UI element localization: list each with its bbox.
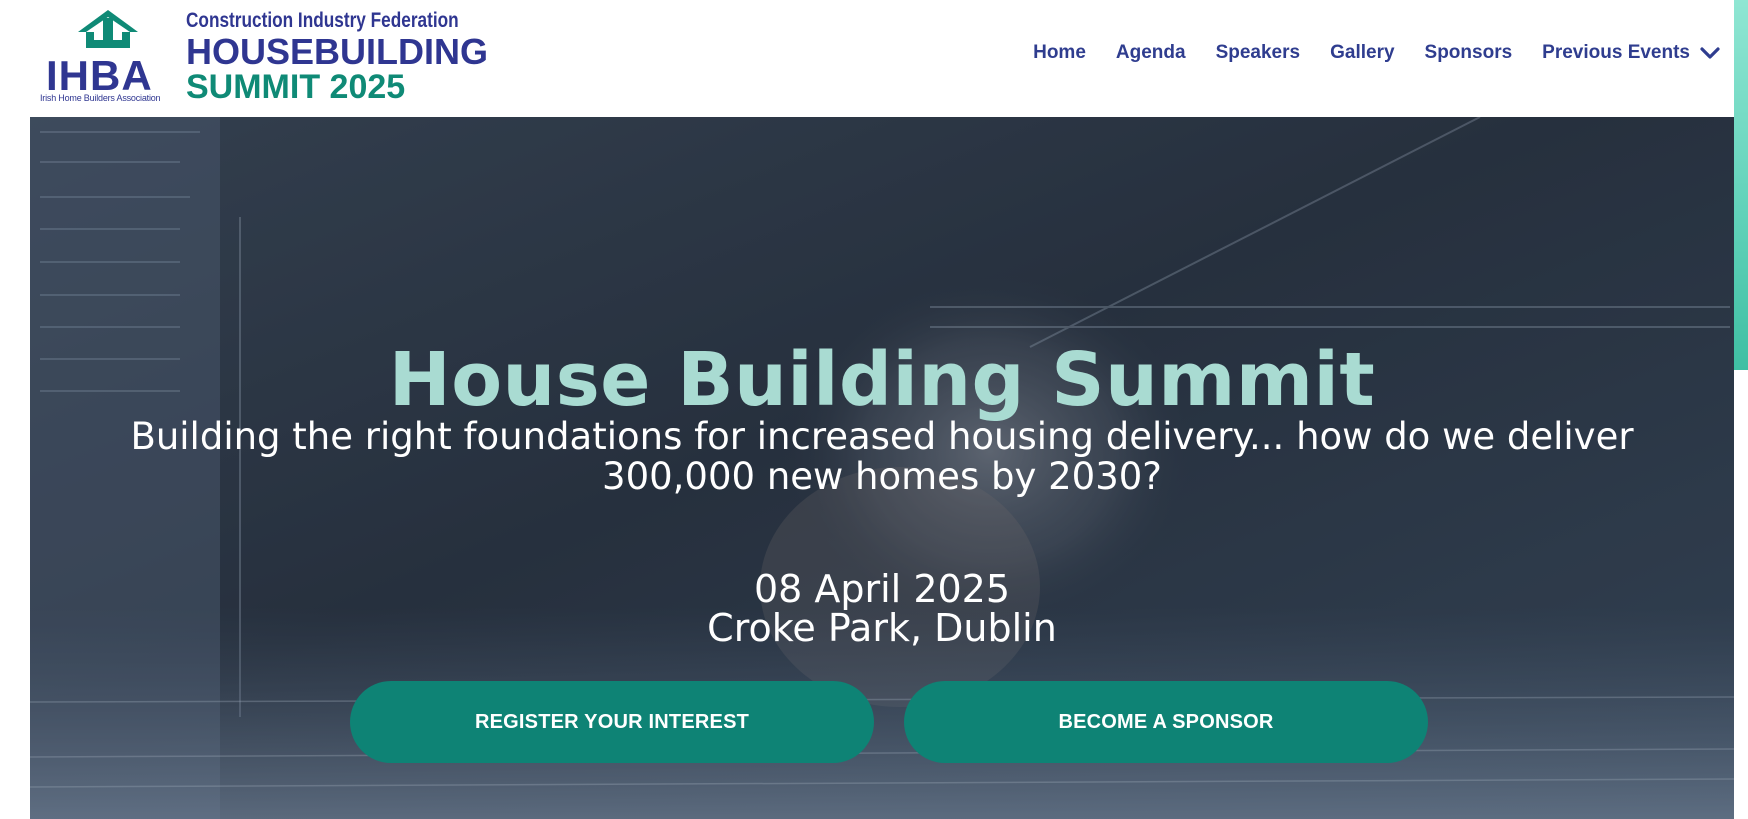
chevron-down-icon bbox=[1700, 47, 1720, 59]
nav-home[interactable]: Home bbox=[1033, 42, 1086, 64]
hero-subtitle: Building the right foundations for incre… bbox=[130, 415, 1634, 498]
register-interest-button[interactable]: REGISTER YOUR INTEREST bbox=[350, 681, 874, 763]
nav-gallery[interactable]: Gallery bbox=[1330, 42, 1394, 64]
event-date: 08 April 2025 bbox=[753, 567, 1011, 611]
hero-title: House Building Summit bbox=[388, 337, 1376, 423]
cif-label: Construction Industry Federation bbox=[186, 9, 459, 32]
nav-sponsors[interactable]: Sponsors bbox=[1425, 42, 1513, 64]
ihba-logo: IHBA Irish Home Builders Association bbox=[38, 8, 180, 108]
housebuilding-label: HOUSEBUILDING bbox=[186, 31, 489, 72]
nav-previous-events-label: Previous Events bbox=[1542, 42, 1690, 63]
ihba-full-name: Irish Home Builders Association bbox=[40, 93, 161, 103]
nav-speakers[interactable]: Speakers bbox=[1216, 42, 1301, 64]
hero-banner: House Building Summit Building the right… bbox=[30, 117, 1734, 819]
nav-agenda[interactable]: Agenda bbox=[1116, 42, 1186, 64]
site-header: IHBA Irish Home Builders Association Con… bbox=[0, 0, 1734, 117]
summit-wordmark: Construction Industry Federation HOUSEBU… bbox=[186, 9, 519, 106]
decorative-edge bbox=[1734, 0, 1748, 370]
nav-previous-events[interactable]: Previous Events bbox=[1542, 42, 1720, 64]
summit-year-label: SUMMIT 2025 bbox=[186, 68, 406, 106]
become-sponsor-button[interactable]: BECOME A SPONSOR bbox=[904, 681, 1428, 763]
site-logo[interactable]: IHBA Irish Home Builders Association Con… bbox=[38, 8, 508, 108]
main-nav: Home Agenda Speakers Gallery Sponsors Pr… bbox=[1003, 42, 1720, 64]
ihba-acronym: IHBA bbox=[46, 52, 153, 99]
event-venue: Croke Park, Dublin bbox=[707, 606, 1057, 650]
